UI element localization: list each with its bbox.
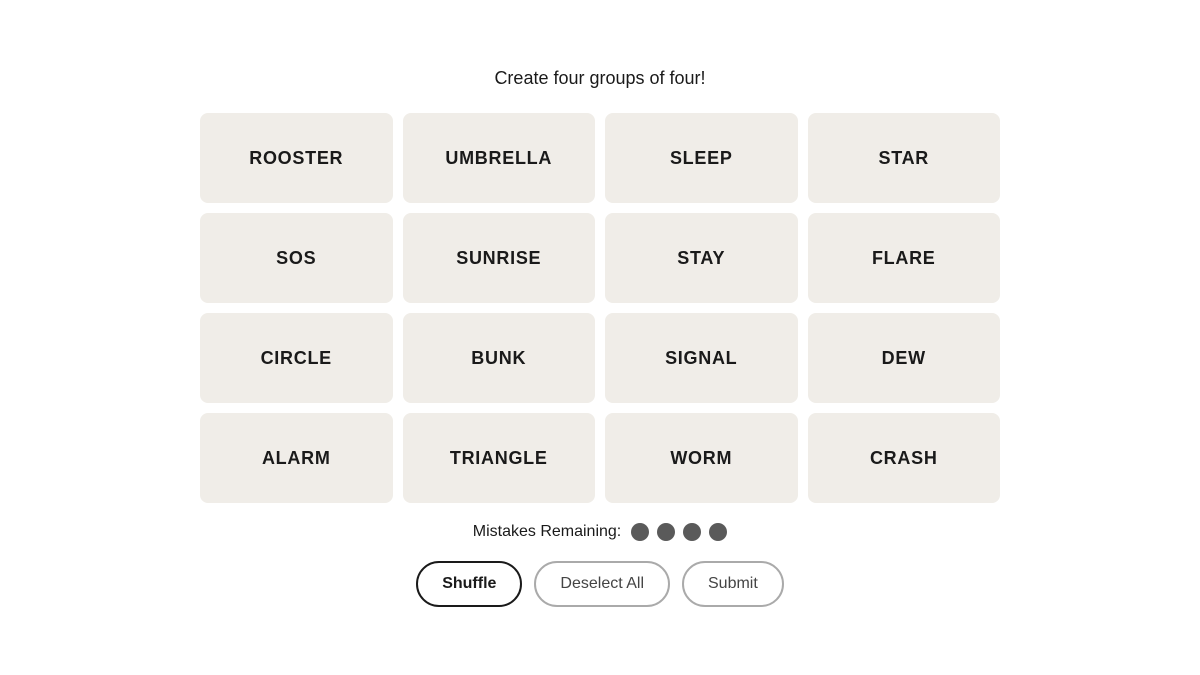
tile-label: CRASH (870, 448, 938, 469)
tile-label: DEW (882, 348, 926, 369)
tile-label: CIRCLE (261, 348, 332, 369)
tile-label: SIGNAL (665, 348, 737, 369)
tile-label: SOS (276, 248, 316, 269)
submit-button[interactable]: Submit (682, 561, 784, 607)
tile-label: FLARE (872, 248, 936, 269)
mistake-dot (709, 523, 727, 541)
deselect-all-button[interactable]: Deselect All (534, 561, 670, 607)
word-tile[interactable]: UMBRELLA (403, 113, 596, 203)
tile-label: WORM (670, 448, 732, 469)
buttons-section: Shuffle Deselect All Submit (416, 561, 784, 607)
tile-label: UMBRELLA (445, 148, 552, 169)
word-tile[interactable]: STAY (605, 213, 798, 303)
tile-label: STAY (677, 248, 725, 269)
word-tile[interactable]: SUNRISE (403, 213, 596, 303)
mistake-dot (657, 523, 675, 541)
word-tile[interactable]: SOS (200, 213, 393, 303)
word-tile[interactable]: FLARE (808, 213, 1001, 303)
tile-label: TRIANGLE (450, 448, 548, 469)
word-tile[interactable]: CRASH (808, 413, 1001, 503)
word-tile[interactable]: ALARM (200, 413, 393, 503)
word-tile[interactable]: WORM (605, 413, 798, 503)
word-grid: ROOSTER UMBRELLA SLEEP STAR SOS SUNRISE STAY FL… (200, 113, 1000, 503)
mistakes-label: Mistakes Remaining: (473, 523, 622, 541)
word-tile[interactable]: DEW (808, 313, 1001, 403)
word-tile[interactable]: STAR (808, 113, 1001, 203)
game-container: Create four groups of four! ROOSTER UMBRE… (200, 68, 1000, 607)
word-tile[interactable]: ROOSTER (200, 113, 393, 203)
tile-label: BUNK (471, 348, 526, 369)
tile-label: SUNRISE (456, 248, 541, 269)
tile-label: STAR (878, 148, 929, 169)
word-tile[interactable]: SIGNAL (605, 313, 798, 403)
mistakes-dots (631, 523, 727, 541)
word-tile[interactable]: SLEEP (605, 113, 798, 203)
mistakes-section: Mistakes Remaining: (473, 523, 728, 541)
mistake-dot (683, 523, 701, 541)
instruction-text: Create four groups of four! (494, 68, 705, 89)
tile-label: ALARM (262, 448, 331, 469)
word-tile[interactable]: CIRCLE (200, 313, 393, 403)
tile-label: SLEEP (670, 148, 733, 169)
word-tile[interactable]: BUNK (403, 313, 596, 403)
shuffle-button[interactable]: Shuffle (416, 561, 522, 607)
word-tile[interactable]: TRIANGLE (403, 413, 596, 503)
mistake-dot (631, 523, 649, 541)
tile-label: ROOSTER (249, 148, 343, 169)
